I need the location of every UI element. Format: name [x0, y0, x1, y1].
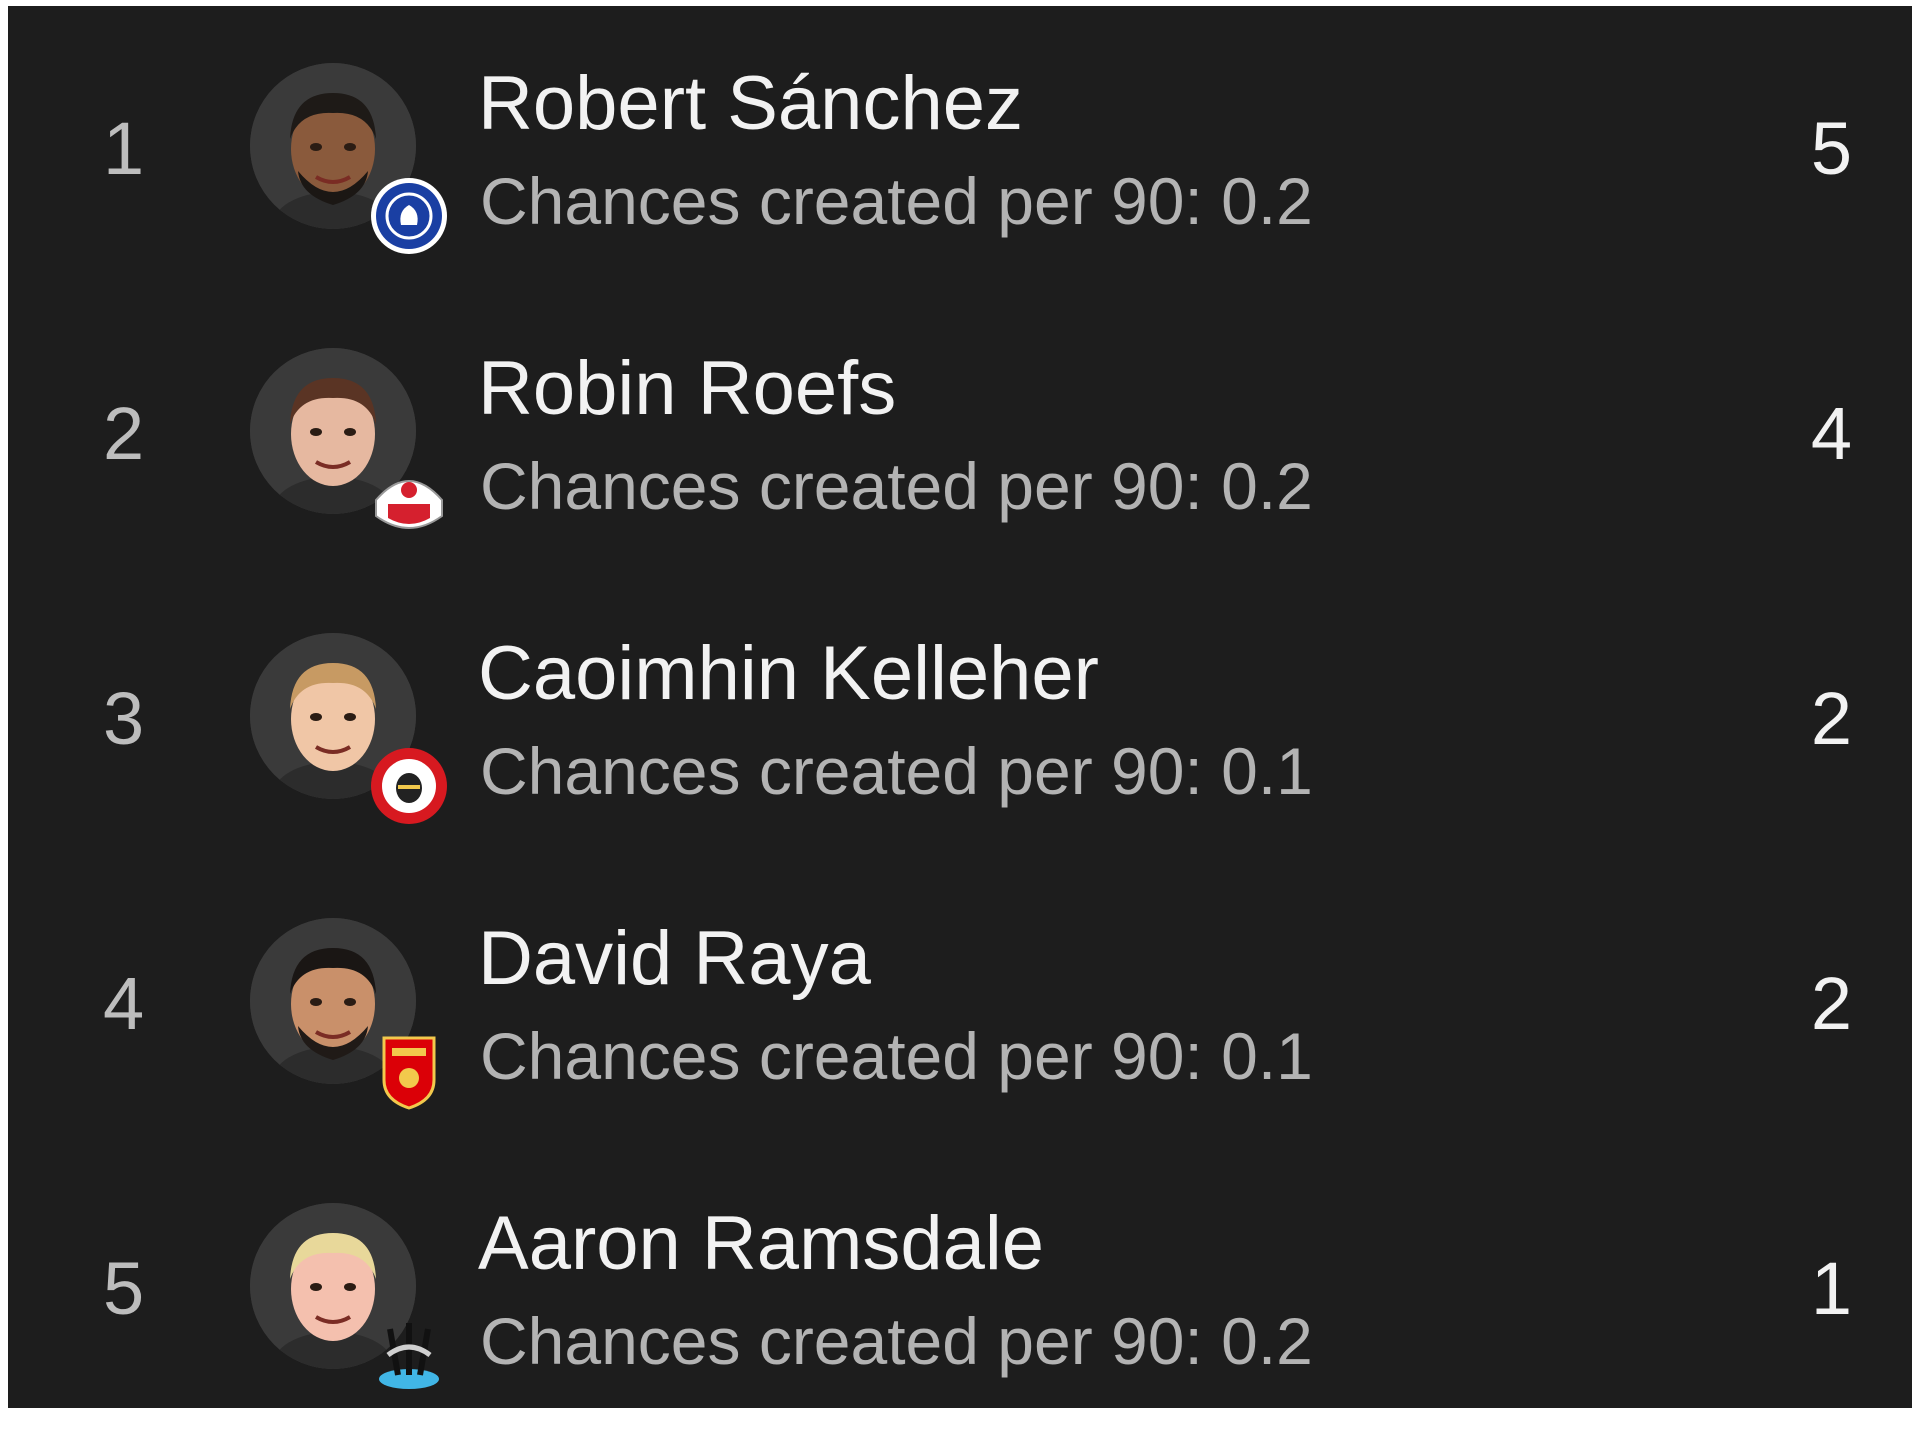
player-stat: Chances created per 90: 0.2 — [480, 1304, 1313, 1378]
arsenal-badge-icon — [368, 1030, 450, 1112]
player-avatar-group — [250, 63, 455, 268]
player-avatar-group — [250, 348, 455, 553]
player-name: David Raya — [478, 916, 871, 1001]
stat-value: 4 — [1810, 392, 1852, 475]
player-stat: Chances created per 90: 0.2 — [480, 449, 1313, 523]
player-row[interactable]: 5 Aaron Ramsdale Chances created per 90: … — [8, 1146, 1912, 1431]
newcastle-badge-icon — [368, 1315, 450, 1397]
stat-value: 2 — [1810, 677, 1852, 760]
player-name: Aaron Ramsdale — [478, 1201, 1045, 1286]
rank-number: 2 — [103, 392, 145, 475]
player-name: Robin Roefs — [478, 346, 897, 431]
rank-number: 3 — [103, 677, 145, 760]
rank-number: 1 — [103, 107, 145, 190]
player-name: Robert Sánchez — [478, 61, 1023, 146]
leaderboard-panel: 1 Robert Sánchez Chances created per 90: … — [8, 6, 1912, 1408]
player-name: Caoimhin Kelleher — [478, 631, 1099, 716]
player-row[interactable]: 3 Caoimhin Kelleher Chances created per 9… — [8, 576, 1912, 861]
sunderland-badge-icon — [368, 460, 450, 542]
player-stat: Chances created per 90: 0.1 — [480, 734, 1313, 808]
rank-number: 5 — [103, 1247, 145, 1330]
player-avatar-group — [250, 633, 455, 838]
stat-value: 1 — [1810, 1247, 1852, 1330]
player-row[interactable]: 2 Robin Roefs Chances created per 90: 0.2… — [8, 291, 1912, 576]
brentford-badge-icon — [368, 745, 450, 827]
stat-value: 5 — [1810, 107, 1852, 190]
player-avatar-group — [250, 918, 455, 1123]
rank-number: 4 — [103, 962, 145, 1045]
player-stat: Chances created per 90: 0.1 — [480, 1019, 1313, 1093]
player-stat: Chances created per 90: 0.2 — [480, 164, 1313, 238]
player-avatar-group — [250, 1203, 455, 1408]
player-row[interactable]: 1 Robert Sánchez Chances created per 90: … — [8, 6, 1912, 291]
chelsea-badge-icon — [368, 175, 450, 257]
stat-value: 2 — [1810, 962, 1852, 1045]
player-row[interactable]: 4 David Raya Chances created per 90: 0.1 2 — [8, 861, 1912, 1146]
